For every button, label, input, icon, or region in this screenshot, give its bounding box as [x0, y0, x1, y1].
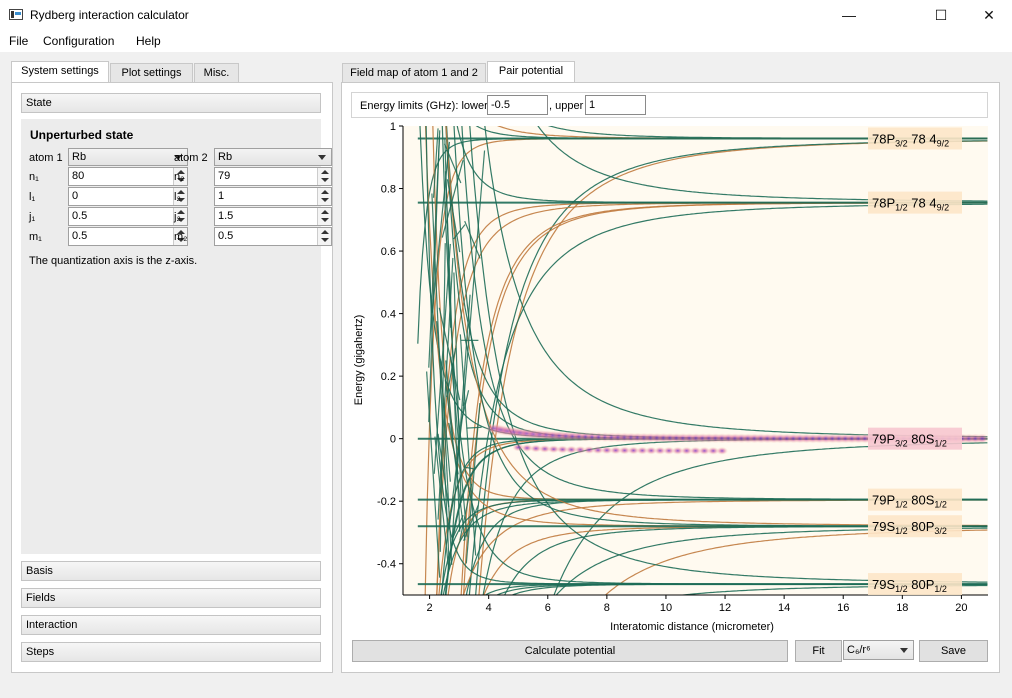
- x-tick-label: 8: [604, 602, 610, 614]
- x-tick-label: 16: [837, 602, 849, 614]
- atom1-select-value: Rb: [72, 151, 87, 163]
- spin-arrows-icon[interactable]: [317, 168, 331, 185]
- pair-potential-plot[interactable]: 2 4 6 8 10 12 14 16 18 20 10.80.60.40.20-0.2-0.4 …: [346, 120, 992, 636]
- atom1-label: atom 1: [29, 152, 63, 164]
- n2-spinbox[interactable]: 79: [214, 167, 332, 186]
- m2-spinbox[interactable]: 0.5: [214, 227, 332, 246]
- window-title: Rydberg interaction calculator: [30, 8, 189, 22]
- x-tick-label: 20: [955, 602, 967, 614]
- state-box: Unperturbed state atom 1 Rb atom 2 Rb n₁…: [21, 119, 332, 554]
- y-tick-label: 1: [390, 121, 396, 133]
- n1-label: n₁: [29, 171, 39, 183]
- menu-help[interactable]: Help: [136, 34, 161, 48]
- fit-model-value: C₆/r⁶: [847, 644, 871, 656]
- tab-system-settings[interactable]: System settings: [11, 61, 109, 83]
- atom2-select-value: Rb: [218, 151, 233, 163]
- y-axis-label: Energy (gigahertz): [353, 315, 365, 406]
- chevron-down-icon: [900, 648, 908, 653]
- tab-misc[interactable]: Misc.: [194, 63, 239, 83]
- y-tick-label: 0.8: [381, 184, 396, 196]
- l2-spinbox[interactable]: 1: [214, 187, 332, 206]
- calculate-potential-button[interactable]: Calculate potential: [352, 640, 788, 662]
- overlap-marker: [975, 433, 988, 444]
- n2-value: 79: [218, 170, 231, 182]
- menu-file[interactable]: File: [9, 34, 28, 48]
- atom2-label: atom 2: [174, 152, 208, 164]
- chevron-down-icon: [318, 155, 326, 160]
- y-tick-label: -0.4: [377, 559, 396, 571]
- energy-upper-label: , upper: [549, 100, 584, 112]
- spin-arrows-icon[interactable]: [317, 208, 331, 225]
- x-tick-label: 18: [896, 602, 908, 614]
- x-tick-label: 14: [778, 602, 790, 614]
- y-tick-label: 0: [390, 434, 396, 446]
- energy-lower-input[interactable]: -0.5: [487, 95, 548, 115]
- j2-value: 1.5: [218, 210, 234, 222]
- n1-value: 80: [72, 170, 85, 182]
- n1-spinbox[interactable]: 80: [68, 167, 188, 186]
- m2-value: 0.5: [218, 230, 234, 242]
- maximize-button[interactable]: ☐: [918, 0, 964, 30]
- y-tick-label: -0.2: [377, 496, 396, 508]
- state-section-button[interactable]: State: [21, 93, 321, 113]
- j2-spinbox[interactable]: 1.5: [214, 207, 332, 226]
- tab-field-map[interactable]: Field map of atom 1 and 2: [342, 63, 486, 83]
- quantization-note: The quantization axis is the z-axis.: [29, 255, 198, 267]
- j1-value: 0.5: [72, 210, 88, 222]
- menu-configuration[interactable]: Configuration: [43, 34, 114, 48]
- x-tick-label: 12: [719, 602, 731, 614]
- m2-label: m₂: [174, 231, 188, 243]
- x-tick-label: 4: [486, 602, 492, 614]
- m1-value: 0.5: [72, 230, 88, 242]
- l1-spinbox[interactable]: 0: [68, 187, 188, 206]
- x-ticks: 2 4 6 8 10 12 14 16 18 20: [427, 595, 968, 614]
- menu-bar: File Configuration Help: [0, 30, 1012, 52]
- j1-spinbox[interactable]: 0.5: [68, 207, 188, 226]
- tab-plot-settings[interactable]: Plot settings: [110, 63, 193, 83]
- atom2-select[interactable]: Rb: [214, 148, 332, 166]
- x-tick-label: 10: [660, 602, 672, 614]
- basis-section-button[interactable]: Basis: [21, 561, 321, 581]
- title-bar: Rydberg interaction calculator — ☐ ✕: [0, 0, 1012, 30]
- tab-pair-potential[interactable]: Pair potential: [487, 61, 575, 83]
- j1-label: j₁: [29, 211, 36, 223]
- spin-arrows-icon[interactable]: [317, 188, 331, 205]
- l1-label: l₁: [29, 191, 36, 203]
- n2-label: n₂: [174, 171, 185, 183]
- energy-limits-bar: Energy limits (GHz): lower -0.5 , upper …: [351, 92, 988, 118]
- y-tick-label: 0.2: [381, 371, 396, 383]
- j2-label: j₂: [174, 211, 181, 223]
- fields-section-button[interactable]: Fields: [21, 588, 321, 608]
- y-tick-label: 0.6: [381, 246, 396, 258]
- y-ticks: 1 0.8 0.6 0.4 0.2 0 -0.2 -0.4: [377, 121, 403, 571]
- l1-value: 0: [72, 190, 79, 202]
- spin-arrows-icon[interactable]: [317, 228, 331, 245]
- app-icon: [9, 9, 23, 20]
- l2-label: l₂: [174, 191, 181, 203]
- close-button[interactable]: ✕: [966, 0, 1012, 30]
- x-tick-label: 2: [427, 602, 433, 614]
- fit-button[interactable]: Fit: [795, 640, 842, 662]
- m1-label: m₁: [29, 231, 42, 243]
- unperturbed-state-heading: Unperturbed state: [30, 128, 134, 142]
- interaction-section-button[interactable]: Interaction: [21, 615, 321, 635]
- x-tick-label: 6: [545, 602, 551, 614]
- energy-upper-input[interactable]: 1: [585, 95, 646, 115]
- minimize-button[interactable]: —: [826, 0, 872, 30]
- steps-section-button[interactable]: Steps: [21, 642, 321, 662]
- fit-model-select[interactable]: C₆/r⁶: [843, 640, 914, 660]
- y-tick-label: 0.4: [381, 309, 396, 321]
- save-button[interactable]: Save: [919, 640, 988, 662]
- x-axis-label: Interatomic distance (micrometer): [610, 621, 774, 633]
- atom1-select[interactable]: Rb: [68, 148, 188, 166]
- m1-spinbox[interactable]: 0.5: [68, 227, 188, 246]
- l2-value: 1: [218, 190, 225, 202]
- energy-limits-label: Energy limits (GHz): lower: [360, 100, 488, 112]
- overlap-marker: [716, 446, 729, 455]
